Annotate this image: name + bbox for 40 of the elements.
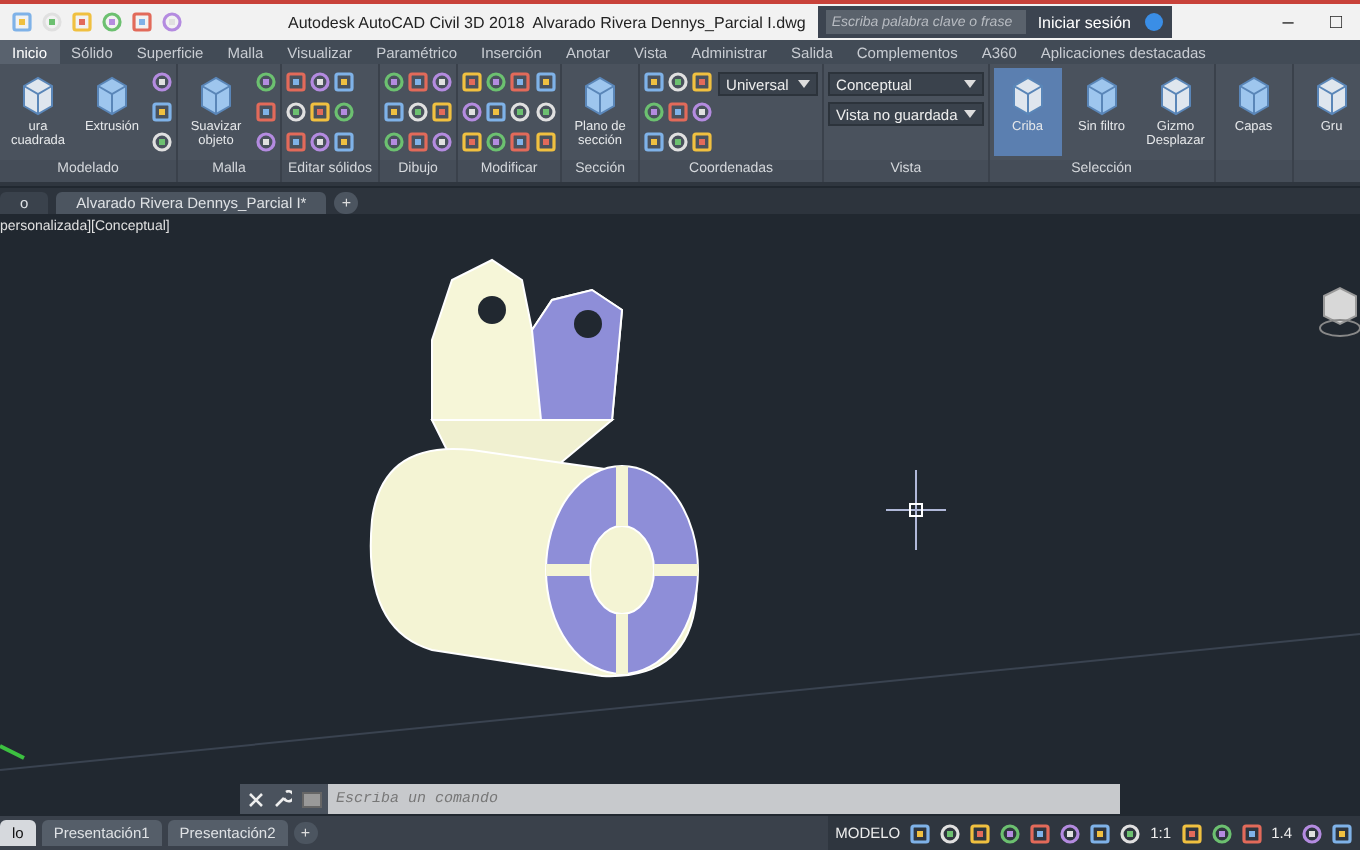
tool-icon[interactable]	[1211, 823, 1232, 843]
tool-icon[interactable]	[692, 132, 713, 152]
tool-icon[interactable]	[432, 72, 453, 92]
tool-icon[interactable]	[536, 72, 557, 92]
tool-icon[interactable]	[970, 823, 991, 843]
new-tab-button[interactable]: +	[334, 192, 359, 214]
help-icon[interactable]	[1143, 12, 1163, 32]
tool-icon[interactable]	[462, 102, 483, 122]
prompt-icon[interactable]	[302, 791, 322, 807]
tool-icon[interactable]	[432, 102, 453, 122]
file-title: Alvarado Rivera Dennys_Parcial I.dwg	[532, 13, 806, 31]
tool-icon[interactable]	[432, 132, 453, 152]
tool-icon[interactable]	[486, 102, 507, 122]
tool-icon[interactable]	[462, 132, 483, 152]
tool-icon[interactable]	[462, 72, 483, 92]
add-layout-button[interactable]: +	[293, 822, 318, 844]
close-icon[interactable]	[248, 791, 264, 807]
tool-icon[interactable]	[1241, 823, 1262, 843]
caret-icon	[963, 110, 976, 118]
tool-icon[interactable]	[1090, 823, 1111, 843]
window-button[interactable]: –	[1264, 11, 1312, 33]
caret-icon	[963, 80, 976, 88]
caret-icon	[798, 80, 811, 88]
tool-icon[interactable]	[1181, 823, 1202, 843]
tool-icon[interactable]	[1060, 823, 1081, 843]
tool-icon[interactable]	[1030, 823, 1051, 843]
tool-icon[interactable]	[644, 132, 665, 152]
tool-icon[interactable]	[1000, 823, 1021, 843]
tool-icon[interactable]	[536, 132, 557, 152]
tool-icon[interactable]	[910, 823, 931, 843]
tool-icon[interactable]	[384, 102, 405, 122]
wrench-icon[interactable]	[274, 790, 292, 808]
tool-icon[interactable]	[692, 72, 713, 92]
ucs-icon	[0, 742, 28, 762]
tool-icon[interactable]	[692, 102, 713, 122]
app-title: Autodesk AutoCAD Civil 3D 2018	[288, 13, 525, 31]
tool-icon[interactable]	[644, 72, 665, 92]
window-button[interactable]: □	[1312, 11, 1360, 33]
sign-in-button[interactable]: Iniciar sesión	[1033, 13, 1135, 31]
crosshair-icon	[886, 470, 946, 550]
